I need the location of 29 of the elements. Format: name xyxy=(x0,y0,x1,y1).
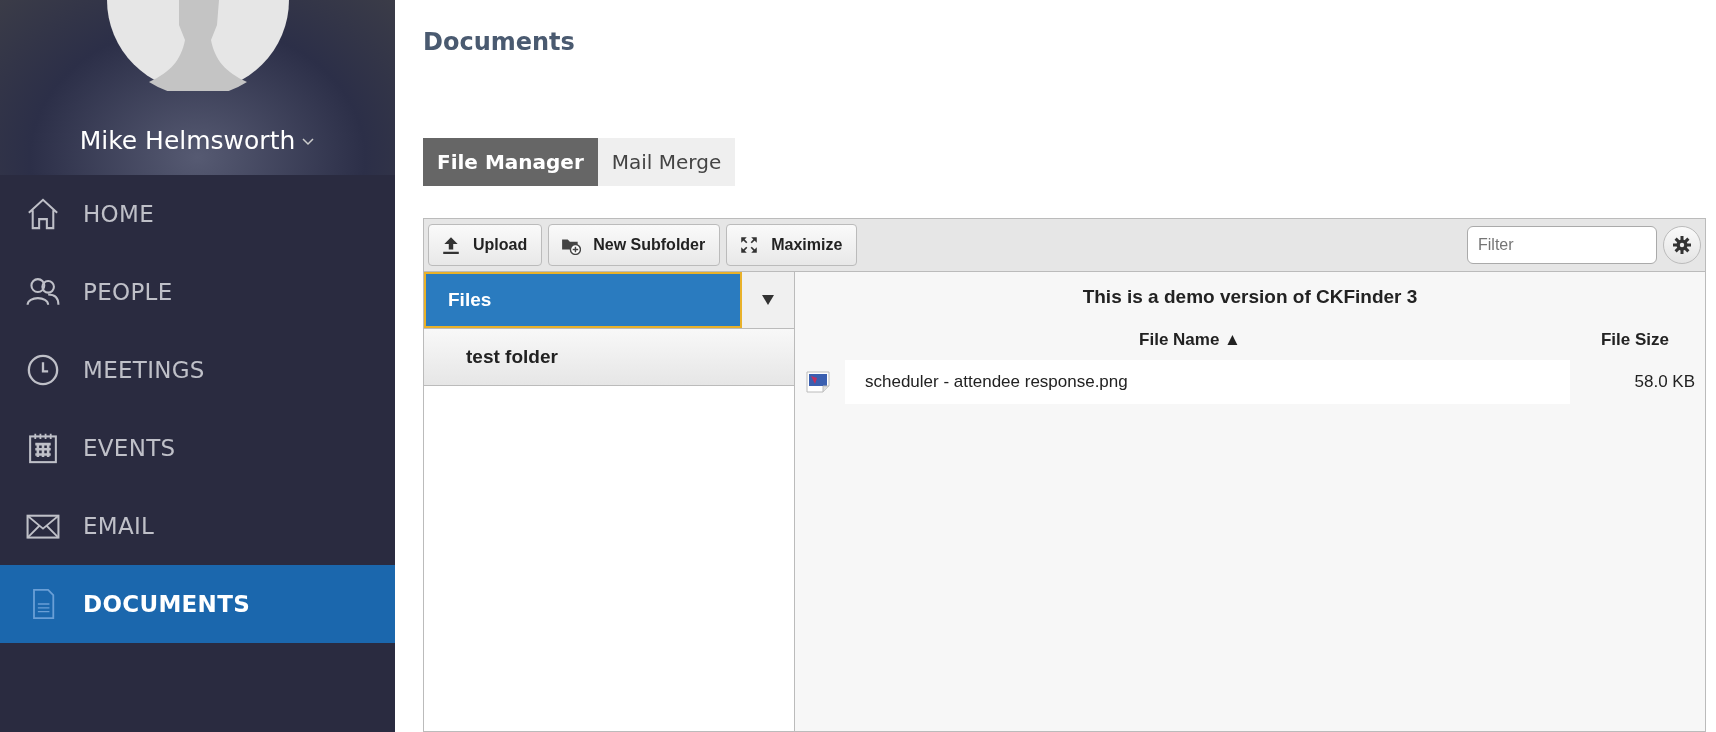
settings-button[interactable] xyxy=(1663,226,1701,264)
toolbar-button[interactable]: Upload xyxy=(428,224,543,266)
column-header[interactable]: File Size xyxy=(1575,330,1695,350)
nav-item[interactable]: PEOPLE xyxy=(0,253,395,331)
settings-icon xyxy=(1672,235,1692,255)
file-name[interactable]: scheduler - attendee response.png xyxy=(845,360,1570,404)
tab[interactable]: File Manager xyxy=(423,138,598,186)
image-file-icon xyxy=(805,369,831,395)
user-name[interactable]: Mike Helmsworth xyxy=(79,126,316,155)
tab[interactable]: Mail Merge xyxy=(597,138,736,186)
upload-icon xyxy=(441,235,461,255)
chevron-down-icon xyxy=(301,135,316,146)
nav-item[interactable]: DOCUMENTS xyxy=(0,565,395,643)
nav-item[interactable]: HOME xyxy=(0,175,395,253)
toolbar-button[interactable]: New Subfolder xyxy=(548,224,721,266)
toolbar-button[interactable]: Maximize xyxy=(726,224,858,266)
nav-item[interactable]: MEETINGS xyxy=(0,331,395,409)
column-header[interactable]: File Name ▲ xyxy=(805,330,1575,350)
expand-arrows-icon xyxy=(739,235,760,255)
page-title: Documents xyxy=(423,28,576,58)
filter-field[interactable]: Filter xyxy=(1467,226,1657,264)
demo-notice: This is a demo version of CKFinder 3 xyxy=(1081,285,1419,309)
file-size: 58.0 KB xyxy=(1633,372,1695,392)
clock-icon xyxy=(25,352,61,388)
folder-item[interactable]: test folder xyxy=(424,329,794,386)
folder-item[interactable]: Files xyxy=(424,272,794,329)
nav-item[interactable]: EVENTS xyxy=(0,409,395,487)
dropdown-triangle-icon[interactable] xyxy=(761,294,775,306)
nav-item[interactable]: EMAIL xyxy=(0,487,395,565)
